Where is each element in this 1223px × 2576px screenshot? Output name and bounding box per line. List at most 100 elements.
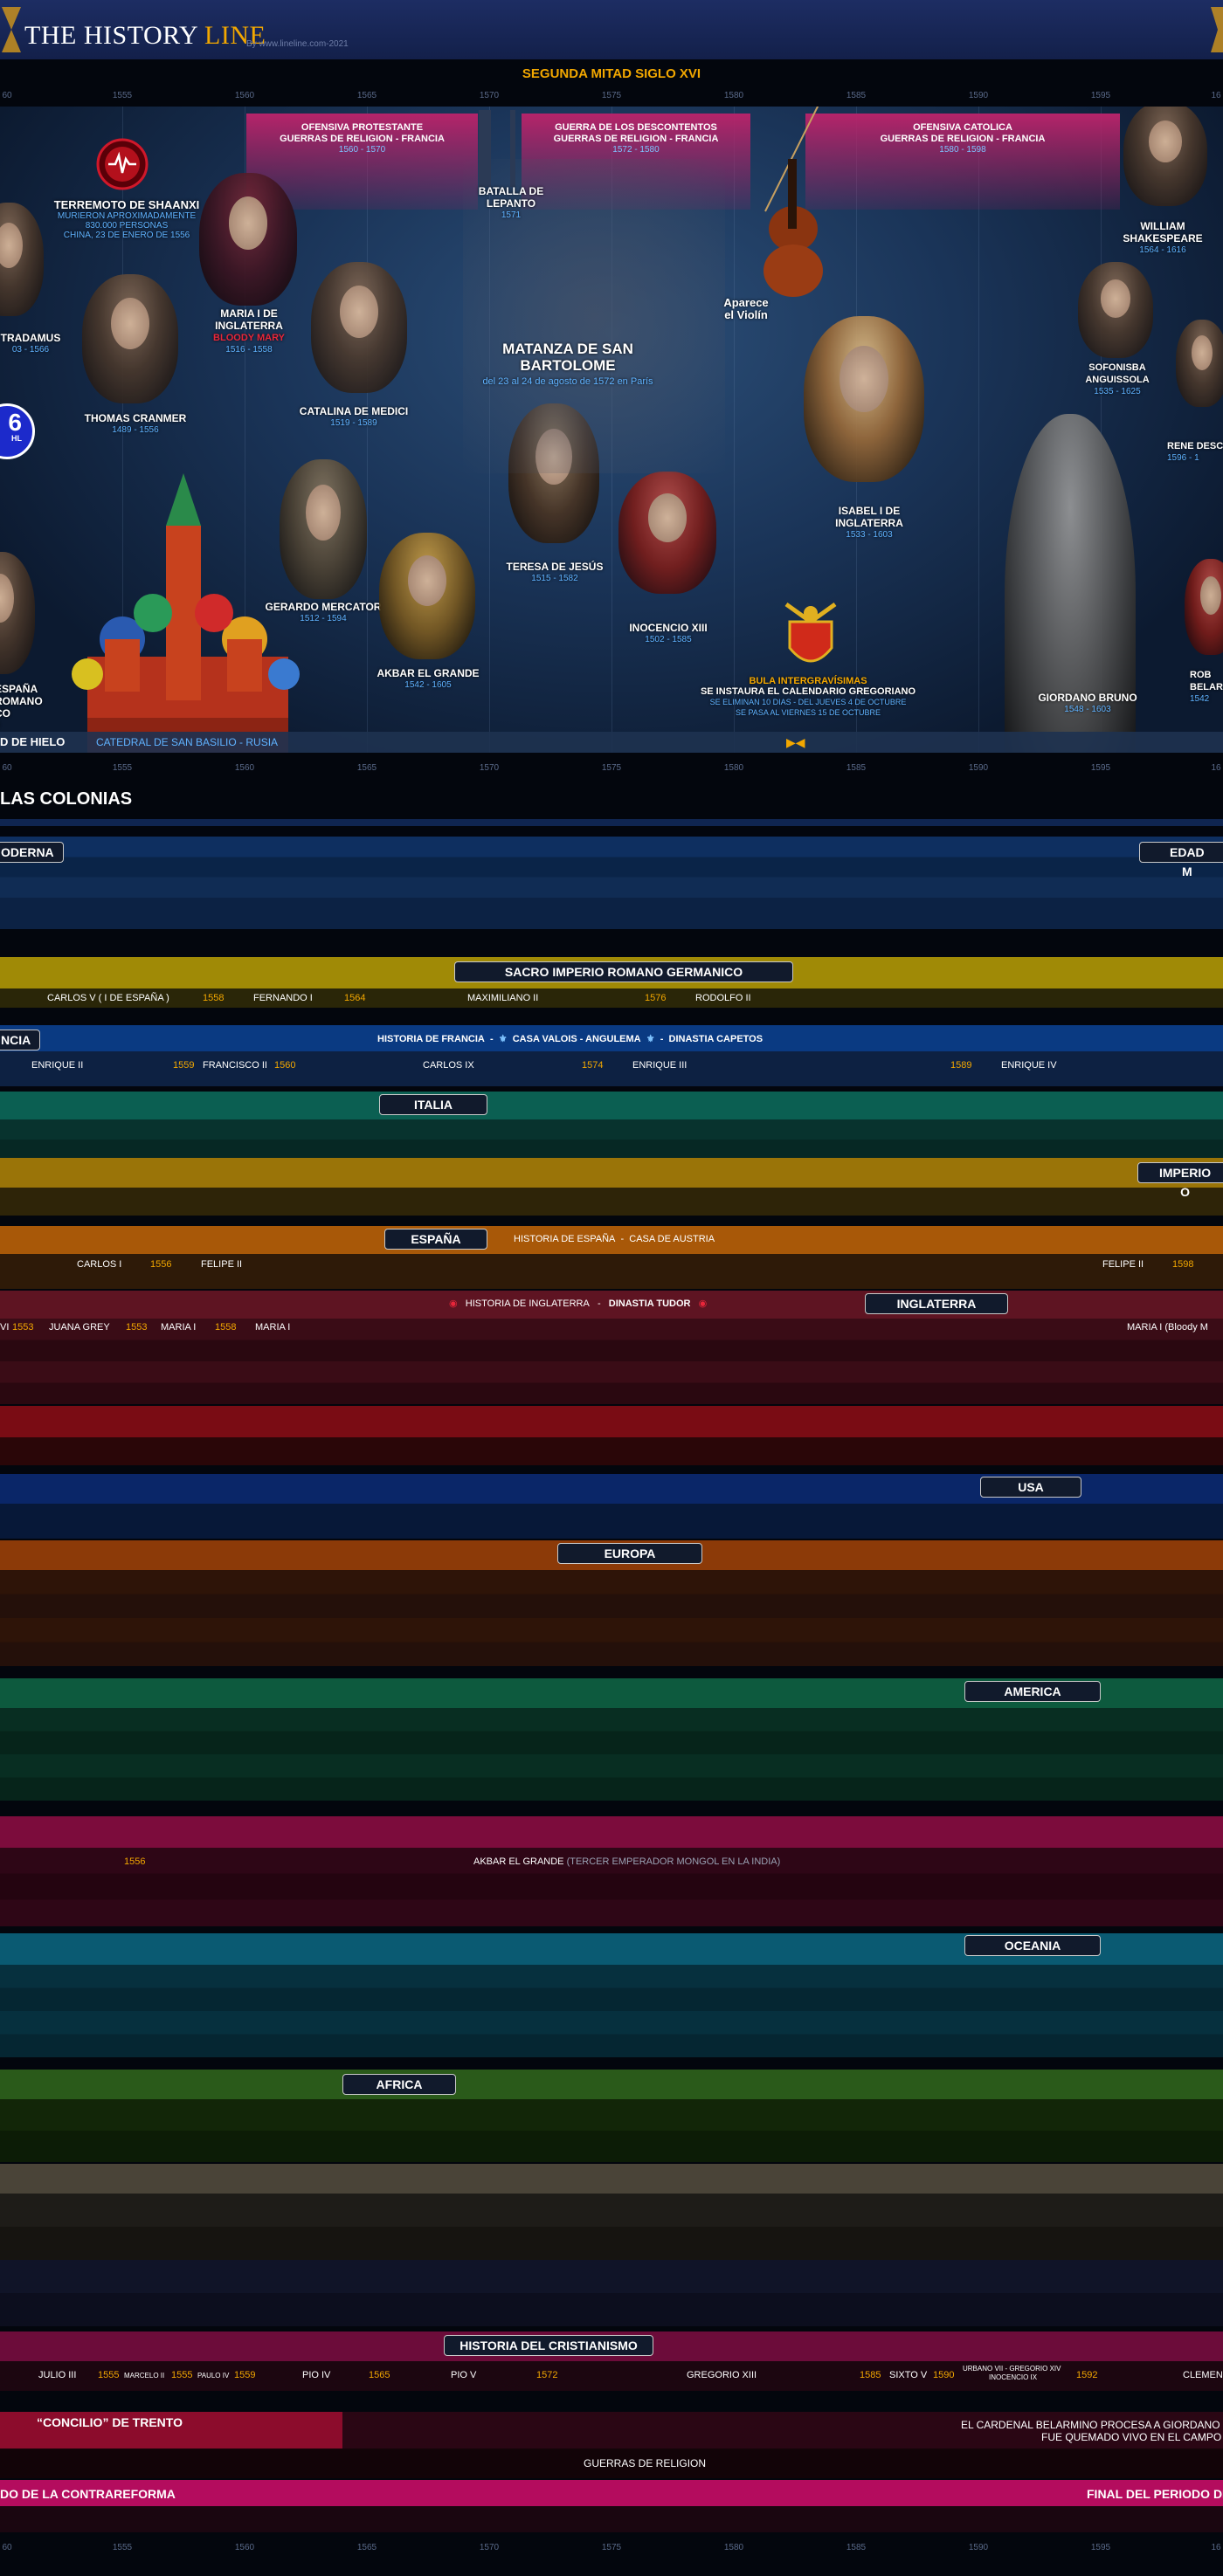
tag-italia[interactable]: ITALIA [379,1094,487,1115]
pope-pio-iv[interactable]: PIO IV [302,2370,330,2380]
portrait-nostradamus[interactable] [0,203,44,316]
band-title: OFENSIVA PROTESTANTE GUERRAS DE RELIGION… [280,122,445,144]
caption-cathedral: CATEDRAL DE SAN BASILIO - RUSIA [96,736,279,748]
pope-paulo-iv[interactable]: PAULO IV [197,2372,229,2380]
hourglass-right-icon [1206,5,1223,54]
year-1574: 1574 [582,1060,604,1071]
ruler-maria-i[interactable]: MARIA I [161,1322,196,1333]
label-nostradamus: TRADAMUS 03 - 1566 [0,332,61,355]
year-1572: 1572 [536,2370,558,2380]
tag-europa[interactable]: EUROPA [557,1543,702,1564]
year-1559: 1559 [173,1060,195,1071]
pope-pio-v[interactable]: PIO V [451,2370,476,2380]
hourglass-icon [0,5,23,54]
portrait-roberto-belarmino[interactable] [1185,559,1223,655]
pope-inocencio-ix[interactable]: INOCENCIO IX [989,2373,1037,2381]
year-1585: 1585 [860,2370,881,2380]
england-history-link[interactable]: ◉ HISTORIA DE INGLATERRA - DINASTIA TUDO… [449,1298,707,1309]
portrait-maria-i[interactable] [199,173,297,306]
wars-of-religion-label[interactable]: GUERRAS DE RELIGION [584,2457,706,2469]
ruler-enrique-ii[interactable]: ENRIQUE II [31,1060,83,1071]
tag-africa[interactable]: AFRICA [342,2074,456,2095]
france-history-link[interactable]: HISTORIA DE FRANCIA - ⚜ CASA VALOIS - AN… [377,1033,763,1044]
tag-usa[interactable]: USA [980,1477,1081,1498]
tag-oceania[interactable]: OCEANIA [964,1935,1101,1956]
axis-tick: 1580 [723,763,744,773]
pope-clemente-viii[interactable]: CLEMEN [1183,2370,1223,2380]
label-giordano-bruno: GIORDANO BRUNO 1548 - 1603 [1038,692,1137,714]
lepanto-marker-2 [510,110,515,187]
label-teresa-de-jesus: TERESA DE JESÚS 1515 - 1582 [506,561,604,583]
scroll-arrows-icon[interactable]: ▶◀ [786,735,805,750]
ruler-carlos-ix[interactable]: CARLOS IX [423,1060,474,1071]
ruler-fernando-i[interactable]: FERNANDO I [253,993,313,1003]
tag-edad-moderna[interactable]: ODERNA [0,842,64,863]
ruler-rodolfo-ii[interactable]: RODOLFO II [695,993,751,1003]
year-1553-b: 1553 [126,1322,148,1333]
label-shakespeare: WILLIAM SHAKESPEARE 1564 - 1616 [1123,220,1203,255]
band-dates: 1572 - 1580 [612,145,660,155]
ruler-eduardo-vi[interactable]: VI [0,1322,9,1333]
portrait-isabel-i[interactable] [804,316,924,482]
violin-icon[interactable] [730,107,844,316]
year-1565: 1565 [369,2370,390,2380]
axis-tick: 1590 [968,763,989,773]
site-logo[interactable]: THE HISTORY LINE [24,21,266,51]
tag-inglaterra[interactable]: INGLATERRA [865,1293,1008,1314]
portrait-thomas-cranmer[interactable] [82,274,178,403]
tag-edad-media[interactable]: EDAD M [1139,842,1223,878]
bellarmine-note-2: FUE QUEMADO VIVO EN EL CAMPO [1041,2431,1222,2443]
portrait-akbar[interactable] [379,533,475,659]
byline: By www.lineline.com-2021 [246,39,349,49]
counter-reformation-bar[interactable] [0,2480,1223,2506]
axis-tick: 1575 [601,2543,622,2552]
ruler-carlos-v[interactable]: CARLOS V ( I DE ESPAÑA ) [47,993,169,1003]
label-isabel-i: ISABEL I DE INGLATERRA 1533 - 1603 [835,505,903,540]
pope-julio-iii[interactable]: JULIO III [38,2370,76,2380]
ruler-felipe-ii[interactable]: FELIPE II [201,1259,242,1270]
tag-france[interactable]: NCIA [0,1030,41,1050]
ruler-maximiliano-ii[interactable]: MAXIMILIANO II [467,993,538,1003]
pope-sixto-v[interactable]: SIXTO V [889,2370,927,2380]
ruler-maria-right[interactable]: MARIA I (Bloody M [1127,1322,1208,1333]
ruler-francisco-ii[interactable]: FRANCISCO II [203,1060,267,1071]
tag-imperio[interactable]: IMPERIO O [1137,1162,1223,1199]
akbar-row-label[interactable]: AKBAR EL GRANDE (TERCER EMPERADOR MONGOL… [473,1856,780,1867]
hero-panel: OFENSIVA PROTESTANTE GUERRAS DE RELIGION… [0,107,1223,753]
label-maria-i: MARIA I DE INGLATERRA BLOODY MARY 1516 - 1… [213,307,285,355]
tag-hre[interactable]: SACRO IMPERIO ROMANO GERMANICO [454,961,793,982]
tag-cristianismo[interactable]: HISTORIA DEL CRISTIANISMO [444,2335,653,2356]
pope-urbano-vii-gregorio-xiv[interactable]: URBANO VII - GREGORIO XIV [963,2365,1061,2373]
ruler-maria-i-b[interactable]: MARIA I [255,1322,290,1333]
axis-tick: 1585 [846,2543,867,2552]
ruler-carlos-i[interactable]: CARLOS I [77,1259,121,1270]
ruler-felipe-ii-right[interactable]: FELIPE II [1102,1259,1144,1270]
axis-tick: 1590 [968,91,989,100]
portrait-catalina-de-medici[interactable] [311,262,407,393]
portrait-shakespeare[interactable] [1123,107,1207,206]
europa-rows [0,1570,1223,1666]
earthquake-icon[interactable] [96,138,149,190]
pope-gregorio-xiii[interactable]: GREGORIO XIII [687,2370,757,2380]
year-badge[interactable]: 6 HL [0,403,35,459]
portrait-rene-descartes[interactable] [1176,320,1223,407]
cathedral-san-basilio-image[interactable] [52,456,323,753]
ruler-enrique-iii[interactable]: ENRIQUE III [632,1060,687,1071]
band-catholic-offensive[interactable]: OFENSIVA CATOLICA GUERRAS DE RELIGION - … [805,114,1120,210]
ruler-enrique-iv[interactable]: ENRIQUE IV [1001,1060,1057,1071]
pope-marcelo-ii[interactable]: MARCELO II [124,2372,164,2380]
section-red [0,1406,1223,1437]
portrait-carlos-v[interactable] [0,552,35,674]
axis-tick: 1565 [356,2543,377,2552]
portrait-sofonisba[interactable] [1078,262,1153,358]
lepanto-marker[interactable] [479,110,491,187]
tag-america[interactable]: AMERICA [964,1681,1101,1702]
hre-rulers-row [0,988,1223,1008]
year-1592: 1592 [1076,2370,1098,2380]
tag-espana[interactable]: ESPAÑA [384,1229,487,1250]
spain-history-link[interactable]: HISTORIA DE ESPAÑA - CASA DE AUSTRIA [514,1234,715,1244]
papal-coat-of-arms-icon[interactable] [777,596,844,676]
africa-rows [0,2099,1223,2162]
portrait-inocencio[interactable] [618,472,716,594]
ruler-juana-grey[interactable]: JUANA GREY [49,1322,110,1333]
